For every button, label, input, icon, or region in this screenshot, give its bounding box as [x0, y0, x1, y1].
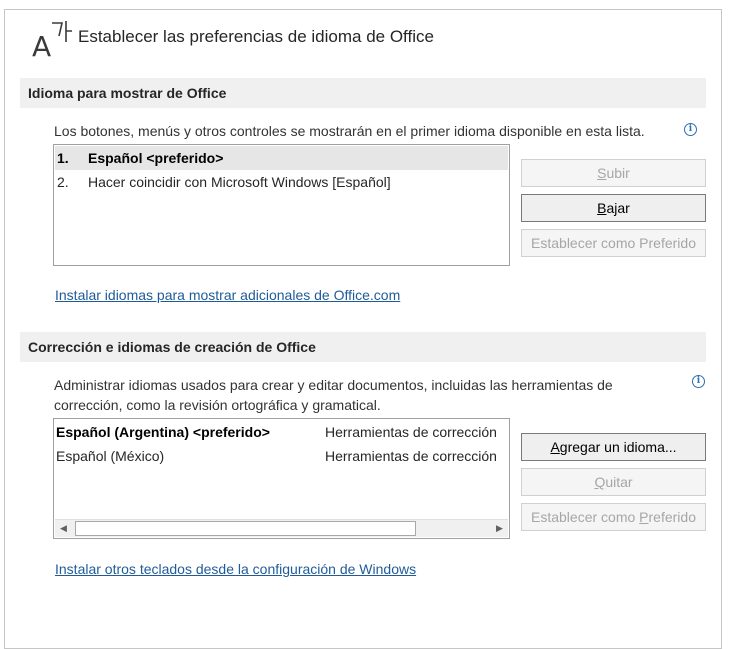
horizontal-scrollbar[interactable]: ◀ ▶: [55, 519, 508, 537]
list-item[interactable]: Español (Argentina) <preferido> Herramie…: [55, 421, 509, 443]
scroll-left-icon[interactable]: ◀: [55, 520, 72, 537]
move-down-button[interactable]: Bajar: [521, 194, 706, 222]
authoring-language-description: Administrar idiomas usados para crear y …: [54, 377, 613, 413]
authoring-language-heading: Corrección e idiomas de creación de Offi…: [20, 332, 706, 362]
move-up-button[interactable]: Subir: [521, 159, 706, 187]
page-title: Establecer las preferencias de idioma de…: [78, 27, 434, 46]
scroll-right-icon[interactable]: ▶: [491, 520, 508, 537]
add-language-button[interactable]: Agregar un idioma...: [521, 433, 706, 461]
list-item[interactable]: 2. Hacer coincidir con Microsoft Windows…: [55, 170, 508, 194]
list-item[interactable]: 1. Español <preferido>: [55, 146, 508, 170]
remove-language-button[interactable]: Quitar: [521, 468, 706, 496]
display-language-list[interactable]: 1. Español <preferido> 2. Hacer coincidi…: [53, 144, 510, 266]
svg-text:A: A: [32, 30, 51, 60]
set-display-preferred-button[interactable]: Establecer como Preferido: [521, 229, 706, 257]
info-icon[interactable]: i: [692, 375, 705, 388]
install-keyboards-link[interactable]: Instalar otros teclados desde la configu…: [55, 561, 416, 577]
language-az-icon: A: [32, 20, 72, 63]
display-language-heading: Idioma para mostrar de Office: [20, 78, 706, 108]
display-language-description: Los botones, menús y otros controles se …: [54, 123, 645, 139]
scrollbar-thumb[interactable]: [75, 521, 416, 536]
set-authoring-preferred-button[interactable]: Establecer como Preferido: [521, 503, 706, 531]
install-display-languages-link[interactable]: Instalar idiomas para mostrar adicionale…: [55, 287, 400, 303]
info-icon[interactable]: i: [684, 123, 697, 136]
authoring-language-list[interactable]: Español (Argentina) <preferido> Herramie…: [53, 418, 510, 539]
list-item[interactable]: Español (México) Herramientas de correcc…: [55, 445, 509, 467]
